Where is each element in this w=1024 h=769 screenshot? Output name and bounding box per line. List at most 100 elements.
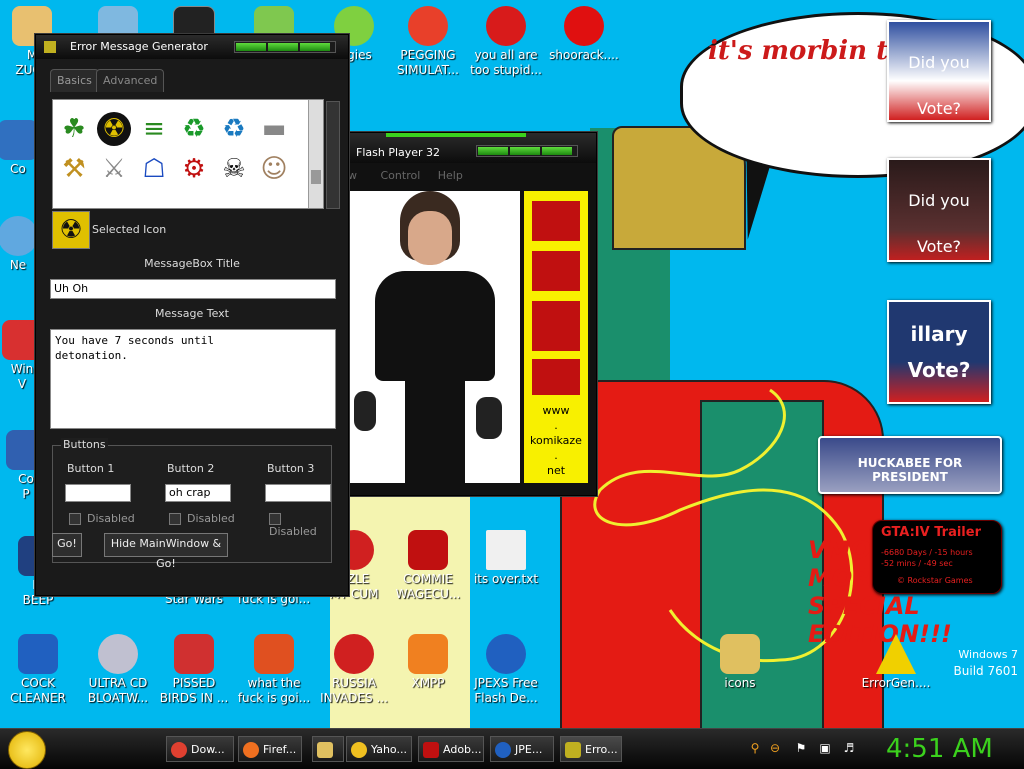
desktop-icon[interactable]: JPEXS Free Flash De... <box>468 634 544 706</box>
tab-basics[interactable]: Basics <box>50 69 99 92</box>
checkbox-box[interactable] <box>169 513 181 525</box>
desktop-icon[interactable]: COMMIE WAGECU... <box>390 530 466 602</box>
desktop-icon[interactable]: PISSED BIRDS IN ... <box>156 634 232 706</box>
clock[interactable]: 4:51 AM <box>886 733 993 765</box>
ad-vote-2[interactable]: Did you Vote? <box>887 158 991 262</box>
task-explorer[interactable] <box>312 736 344 762</box>
task-firefox[interactable]: Firef... <box>238 736 302 762</box>
error-generator-icon <box>565 742 581 758</box>
desktop-icon[interactable]: COCK CLEANER <box>0 634 76 706</box>
ffdec-icon <box>486 634 526 674</box>
flash-sidebar-ad[interactable]: www . komikaze . net <box>524 191 588 483</box>
hide-mainwindow-go-button[interactable]: Hide MainWindow & Go! <box>104 533 228 570</box>
task-jpexs[interactable]: JPE... <box>490 736 554 762</box>
desktop-icon-label: ULTRA CD BLOATW... <box>87 676 149 705</box>
button3-disabled-checkbox[interactable]: Disabled <box>269 512 331 538</box>
menu-help[interactable]: Help <box>438 169 463 182</box>
icon-list-scrollbar[interactable] <box>308 100 323 208</box>
site-line: net <box>546 464 566 477</box>
menu-control[interactable]: Control <box>381 169 421 182</box>
ad-gta-line: © Rockstar Games <box>897 576 973 585</box>
tab-advanced[interactable]: Advanced <box>96 69 165 92</box>
flash-icon <box>564 6 604 46</box>
minus-circle-icon[interactable]: ⊖ <box>768 741 782 755</box>
text-file-icon <box>486 530 526 570</box>
radiation-icon: ☢ <box>59 215 83 245</box>
skull-crossbones-icon[interactable]: ☠ <box>217 152 251 186</box>
computer-user-icon[interactable]: ☖ <box>137 152 171 186</box>
network-icon <box>0 216 38 256</box>
volume-icon[interactable]: ♬ <box>842 741 856 755</box>
site-line: . <box>554 419 558 432</box>
warning-icon <box>876 634 916 674</box>
desktop-icon[interactable]: ErrorGen.... <box>858 634 934 691</box>
desktop-icon[interactable]: XMPP <box>390 634 466 691</box>
ad-vote-3[interactable]: illary Vote? <box>887 300 991 404</box>
desktop-icon[interactable]: RUSSIA INVADES ... <box>316 634 392 706</box>
messagebox-title-input[interactable]: Uh Oh <box>50 279 336 299</box>
recycle-globe-icon[interactable]: ♻ <box>217 112 251 146</box>
button2-input[interactable]: oh crap <box>165 484 231 502</box>
task-adobe[interactable]: Adob... <box>418 736 484 762</box>
flash-menu-bar: w Control Help <box>346 167 463 185</box>
search-icon[interactable]: ⚲ <box>748 741 762 755</box>
flash-window-controls[interactable] <box>476 145 578 157</box>
close-button[interactable] <box>542 147 572 155</box>
radiation-icon[interactable]: ☢ <box>97 112 131 146</box>
task-chrome[interactable]: Dow... <box>166 736 234 762</box>
desktop-icon-label: PEGGING SIMULAT... <box>397 48 459 77</box>
button2-disabled-checkbox[interactable]: Disabled <box>169 512 235 525</box>
minimize-button[interactable] <box>478 147 508 155</box>
checkbox-label: Disabled <box>269 525 317 538</box>
skull-icon[interactable]: ☺ <box>257 152 291 186</box>
recycle-icon[interactable]: ♻ <box>177 112 211 146</box>
ad-gta-title: GTA:IV Trailer <box>881 525 981 540</box>
dynamite-icon[interactable]: ⚙ <box>177 152 211 186</box>
site-line: www <box>542 404 570 417</box>
ad-gta[interactable]: GTA:IV Trailer -6680 Days / -15 hours -5… <box>872 520 1002 594</box>
scrollbar-thumb[interactable] <box>311 170 321 184</box>
checkbox-box[interactable] <box>69 513 81 525</box>
error-message-generator-window[interactable]: Error Message Generator Basics Advanced … <box>35 34 349 596</box>
button3-input[interactable] <box>265 484 331 502</box>
maximize-button[interactable] <box>510 147 540 155</box>
action-center-flag-icon[interactable]: ⚑ <box>794 741 808 755</box>
menu-view[interactable]: w <box>348 169 357 182</box>
title-bar[interactable]: Error Message Generator <box>36 35 348 59</box>
desktop-icon-label: shoorack.... <box>549 48 619 62</box>
task-yahoo[interactable]: Yaho... <box>346 736 412 762</box>
desktop-icon[interactable]: its over.txt <box>468 530 544 587</box>
ad-gta-line: -6680 Days / -15 hours <box>881 548 973 557</box>
start-button-smiley-icon[interactable] <box>8 731 46 769</box>
tools-icon[interactable]: ⚔ <box>97 152 131 186</box>
go-button[interactable]: Go! <box>52 533 82 557</box>
desktop-icon[interactable]: ULTRA CD BLOATW... <box>80 634 156 706</box>
window-scrollbar[interactable] <box>326 101 340 209</box>
desktop-icon[interactable]: PEGGING SIMULAT... <box>390 6 466 78</box>
desktop-icon[interactable]: you all are too stupid... <box>468 6 544 78</box>
window-controls[interactable] <box>234 41 336 53</box>
ad-huckabee[interactable]: HUCKABEE FOR PRESIDENT <box>818 436 1002 494</box>
flash-player-window[interactable]: Flash Player 32 w Control Help www . kom… <box>345 132 597 496</box>
icon-list[interactable]: ☘ ☢ ≡ ♻ ♻ ▬ ⚒ ⚔ ☖ ⚙ ☠ ☺ <box>52 99 324 209</box>
task-error-generator[interactable]: Erro... <box>560 736 622 762</box>
button1-input[interactable] <box>65 484 131 502</box>
minimize-button[interactable] <box>236 43 266 51</box>
drive-icon[interactable]: ▬ <box>257 112 291 146</box>
glove-thumb <box>532 359 580 395</box>
message-text-area[interactable]: You have 7 seconds until detonation. <box>50 329 336 429</box>
button1-disabled-checkbox[interactable]: Disabled <box>69 512 135 525</box>
network-icon[interactable]: ▣ <box>818 741 832 755</box>
checkbox-box[interactable] <box>269 513 281 525</box>
screw-icon[interactable]: ⚒ <box>57 152 91 186</box>
money-icon[interactable]: ≡ <box>137 112 171 146</box>
ad-vote-1[interactable]: Did you Vote? <box>887 20 991 122</box>
cannabis-icon[interactable]: ☘ <box>57 112 91 146</box>
desktop-icon[interactable]: icons <box>702 634 778 691</box>
maximize-button[interactable] <box>268 43 298 51</box>
close-button[interactable] <box>300 43 330 51</box>
selected-icon-label: Selected Icon <box>92 223 167 236</box>
desktop-icon[interactable]: shoorack.... <box>546 6 622 63</box>
flash-titlebar[interactable]: Flash Player 32 <box>346 133 596 163</box>
desktop-icon[interactable]: what the fuck is goi... <box>236 634 312 706</box>
